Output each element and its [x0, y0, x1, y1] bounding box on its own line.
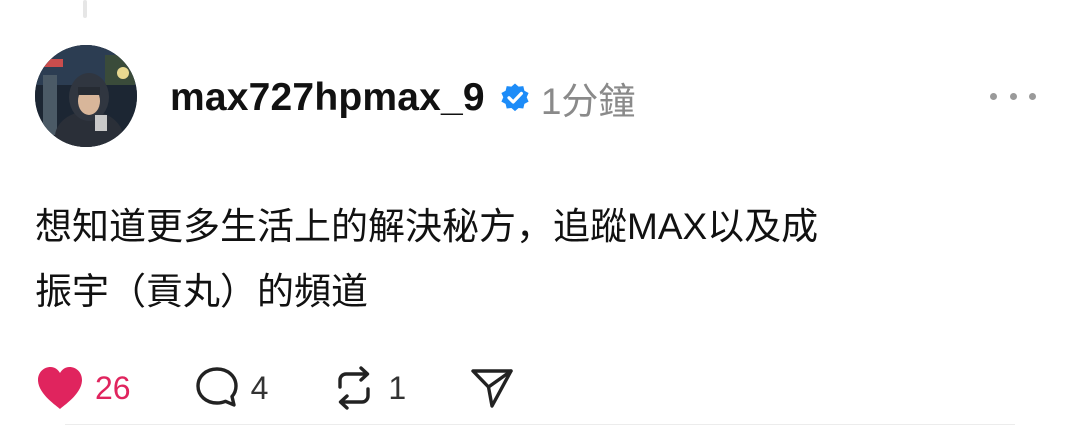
comment-bubble-icon — [195, 367, 238, 407]
more-dot — [1029, 92, 1036, 100]
username[interactable]: max727hpmax_9 — [170, 76, 485, 120]
repost-button[interactable]: 1 — [330, 365, 406, 411]
more-dot — [1009, 92, 1017, 100]
avatar[interactable] — [35, 45, 137, 147]
comment-button[interactable]: 4 — [193, 365, 269, 411]
repost-icon — [338, 366, 371, 410]
more-dot — [990, 92, 997, 100]
post-body-line: 想知道更多生活上的解決秘方，追蹤MAX以及成 — [35, 206, 819, 247]
post-header: max727hpmax_9 1分鐘 — [170, 68, 635, 128]
post-body: 想知道更多生活上的解決秘方，追蹤MAX以及成 振宇（貢丸）的頻道 — [35, 194, 1015, 324]
heart-icon — [38, 367, 82, 409]
action-bar: 26 4 1 — [35, 358, 578, 418]
like-button[interactable]: 26 — [35, 365, 131, 411]
post-body-line: 振宇（貢丸）的頻道 — [35, 271, 368, 312]
post-timestamp: 1分鐘 — [540, 81, 636, 122]
share-button[interactable] — [468, 365, 516, 411]
avatar-photo — [35, 45, 137, 147]
thread-connector-line — [83, 0, 87, 18]
more-options-icon[interactable] — [990, 86, 1036, 106]
like-count: 26 — [95, 369, 131, 406]
verified-badge-icon — [499, 82, 531, 114]
post-divider — [65, 424, 1015, 425]
comment-count: 4 — [250, 369, 269, 406]
repost-count: 1 — [388, 369, 407, 406]
send-icon — [471, 369, 513, 408]
